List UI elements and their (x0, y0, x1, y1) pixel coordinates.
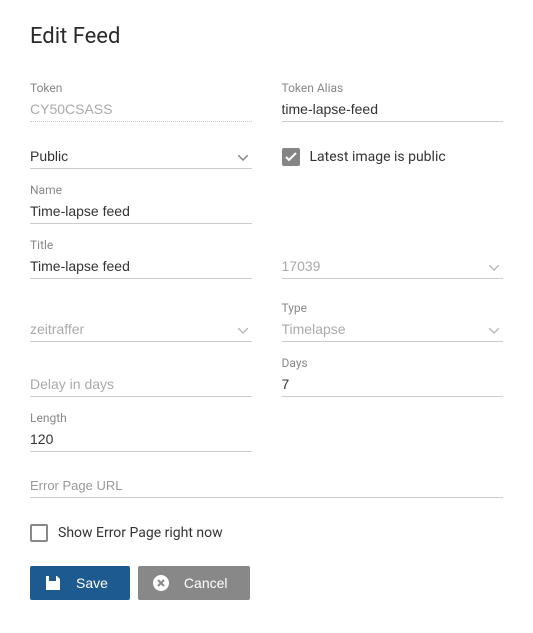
show-error-now-label: Show Error Page right now (58, 525, 223, 541)
type-select[interactable] (282, 317, 504, 342)
title-input[interactable] (30, 254, 252, 279)
token-label: Token (30, 81, 252, 95)
type-label: Type (282, 301, 504, 315)
latest-image-public-label: Latest image is public (310, 149, 446, 165)
length-input[interactable] (30, 427, 252, 452)
category-select[interactable] (30, 317, 252, 342)
delay-input[interactable] (30, 372, 252, 397)
token-alias-label: Token Alias (282, 81, 504, 95)
days-label: Days (282, 356, 504, 370)
name-input[interactable] (30, 199, 252, 224)
visibility-select[interactable] (30, 144, 252, 169)
length-label: Length (30, 411, 252, 425)
save-icon (44, 574, 62, 592)
token-alias-input[interactable] (282, 97, 504, 122)
name-label: Name (30, 183, 252, 197)
token-input (30, 97, 252, 122)
latest-image-public-checkbox[interactable] (282, 148, 300, 166)
cancel-button[interactable]: Cancel (138, 566, 250, 600)
days-input[interactable] (282, 372, 504, 397)
error-url-input[interactable] (30, 474, 503, 498)
id-select[interactable] (282, 254, 504, 279)
cancel-button-label: Cancel (184, 575, 228, 591)
save-button[interactable]: Save (30, 566, 130, 600)
save-button-label: Save (76, 575, 108, 591)
show-error-now-checkbox[interactable] (30, 524, 48, 542)
title-label: Title (30, 238, 252, 252)
page-title: Edit Feed (30, 24, 503, 49)
close-icon (152, 574, 170, 592)
